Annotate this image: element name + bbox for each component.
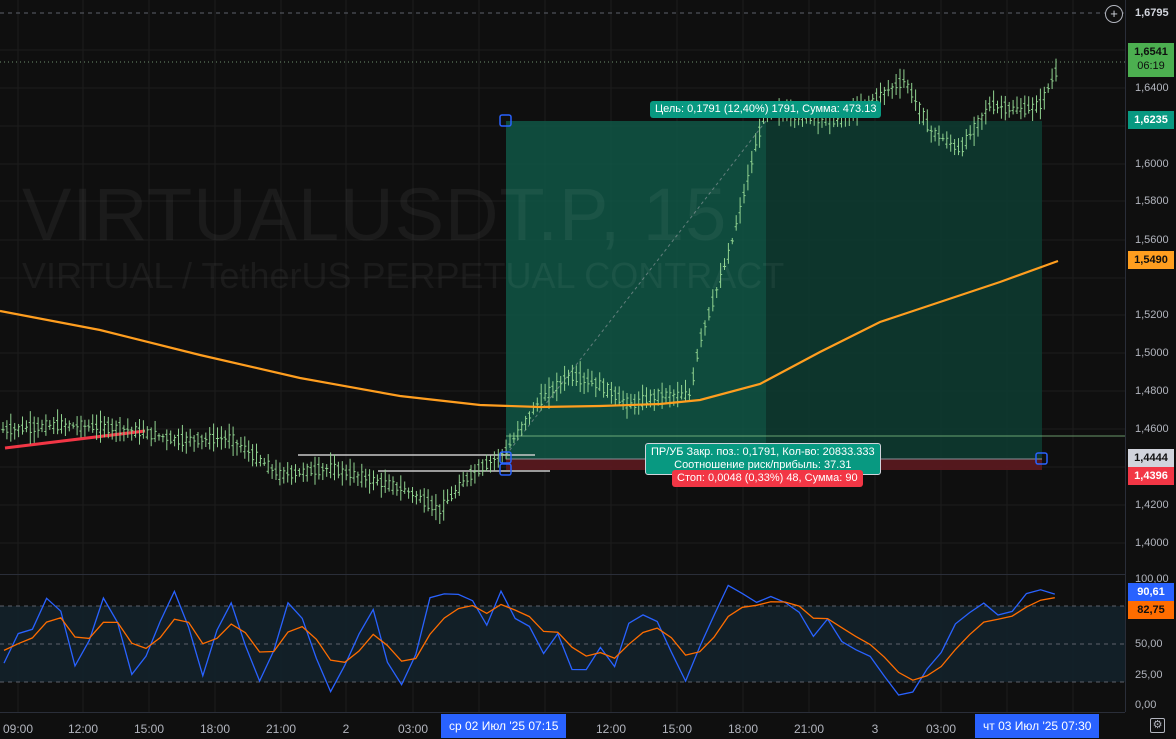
time-tick: 3 — [871, 722, 879, 736]
stoch-k-badge: 90,61 — [1128, 583, 1174, 601]
price-tick: 1,5600 — [1135, 234, 1169, 246]
time-tick: 12:00 — [595, 722, 627, 736]
time-tick: 15:00 — [661, 722, 693, 736]
price-tick: 1,5800 — [1135, 195, 1169, 207]
countdown-value: 06:19 — [1137, 60, 1165, 72]
time-tick: 09:00 — [2, 722, 34, 736]
ma-price-badge: 1,5490 — [1128, 251, 1174, 269]
stoch-d-badge: 82,75 — [1128, 601, 1174, 619]
price-tick: 1,6400 — [1135, 82, 1169, 94]
price-top-label: 1,6795 — [1135, 7, 1169, 19]
osc-tick-25: 25,00 — [1135, 669, 1163, 681]
current-price-value: 1,6541 — [1134, 46, 1168, 58]
plus-circle-icon[interactable]: + — [1105, 5, 1123, 23]
time-tick: 03:00 — [925, 722, 957, 736]
panel-separator[interactable] — [0, 574, 1176, 575]
target-price-badge: 1,6235 — [1128, 111, 1174, 129]
time-tick: 18:00 — [199, 722, 231, 736]
osc-tick-50: 50,00 — [1135, 638, 1163, 650]
time-tick: 2 — [342, 722, 350, 736]
chart-canvas[interactable] — [0, 0, 1176, 738]
price-tick: 1,5000 — [1135, 347, 1169, 359]
entry-price-badge: 1,4444 — [1128, 449, 1174, 467]
price-tick: 1,4600 — [1135, 423, 1169, 435]
price-tick: 1,5200 — [1135, 309, 1169, 321]
time-tick: 12:00 — [67, 722, 99, 736]
pnl-line-1: ПР/УБ Закр. поз.: 0,1791, Кол-во: 20833.… — [651, 446, 875, 458]
stop-label[interactable]: Стоп: 0,0048 (0,33%) 48, Сумма: 90 — [672, 470, 863, 487]
settings-gear-icon[interactable]: ⚙ — [1150, 718, 1165, 733]
price-tick: 1,4000 — [1135, 537, 1169, 549]
time-tick: 18:00 — [727, 722, 759, 736]
time-tick: 21:00 — [793, 722, 825, 736]
time-tick: 15:00 — [133, 722, 165, 736]
time-tick: 21:00 — [265, 722, 297, 736]
price-tick: 1,4200 — [1135, 499, 1169, 511]
target-label[interactable]: Цель: 0,1791 (12,40%) 1791, Сумма: 473.1… — [650, 101, 882, 118]
stop-price-badge: 1,4396 — [1128, 467, 1174, 485]
time-badge-start: ср 02 Июл '25 07:15 — [441, 714, 567, 738]
current-price-badge: 1,6541 06:19 — [1128, 43, 1174, 77]
price-tick: 1,4800 — [1135, 385, 1169, 397]
profit-zone-shade — [766, 121, 1042, 459]
price-tick: 1,6000 — [1135, 158, 1169, 170]
osc-tick-0: 0,00 — [1135, 699, 1157, 711]
time-badge-end: чт 03 Июл '25 07:30 — [975, 714, 1100, 738]
time-tick: 03:00 — [397, 722, 429, 736]
